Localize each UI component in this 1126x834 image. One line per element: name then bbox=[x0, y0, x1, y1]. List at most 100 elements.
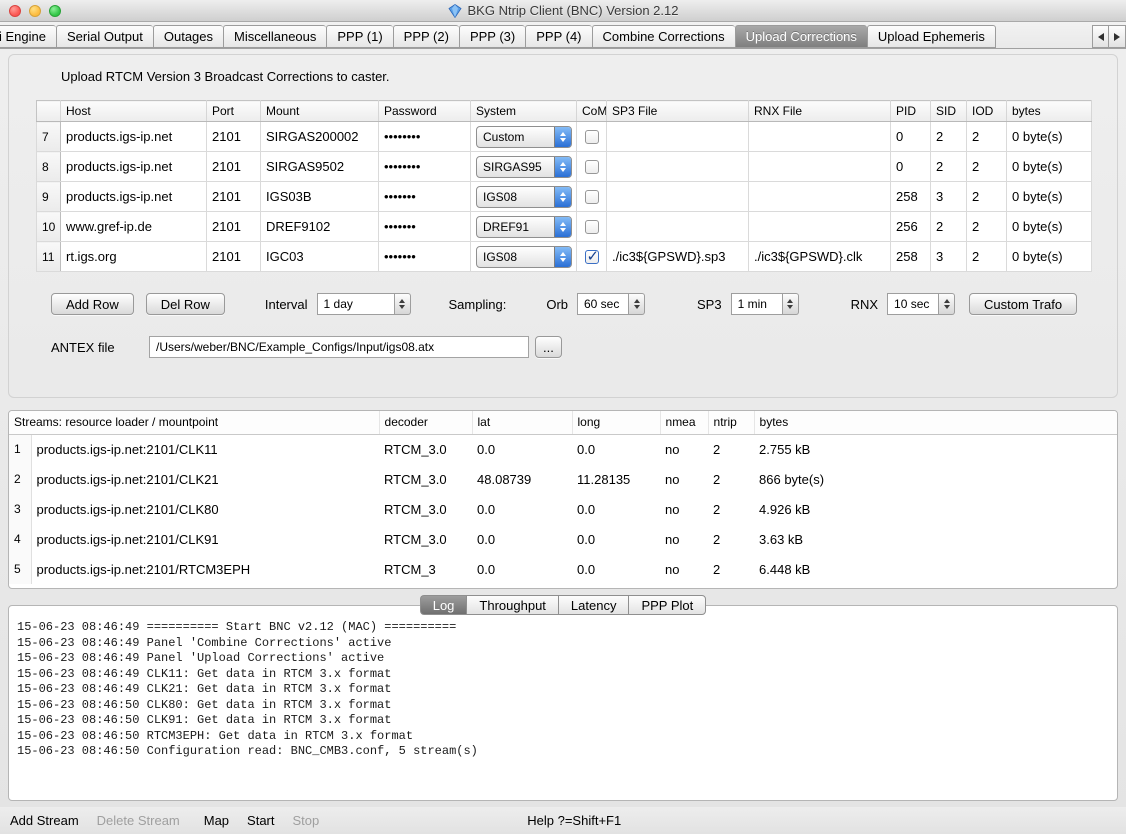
tab-combine-corrections[interactable]: Combine Corrections bbox=[592, 25, 735, 48]
cell-iod[interactable]: 2 bbox=[967, 182, 1007, 212]
com-checkbox[interactable] bbox=[585, 190, 599, 204]
cell-iod[interactable]: 2 bbox=[967, 242, 1007, 272]
cell-password[interactable]: ••••••• bbox=[379, 212, 471, 242]
start-action[interactable]: Start bbox=[247, 813, 274, 828]
minimize-button[interactable] bbox=[29, 5, 41, 17]
cell-host[interactable]: products.igs-ip.net bbox=[61, 182, 207, 212]
sp3-spinner[interactable]: 1 min bbox=[731, 293, 799, 315]
rnx-spinner[interactable]: 10 sec bbox=[887, 293, 955, 315]
system-combobox[interactable]: SIRGAS95 bbox=[476, 156, 572, 178]
cell-host[interactable]: products.igs-ip.net bbox=[61, 122, 207, 152]
cell-host[interactable]: products.igs-ip.net bbox=[61, 152, 207, 182]
cell-password[interactable]: ••••••• bbox=[379, 242, 471, 272]
cell-pid[interactable]: 258 bbox=[891, 182, 931, 212]
tab-i-engine[interactable]: i Engine bbox=[0, 25, 56, 48]
add-row-button[interactable]: Add Row bbox=[51, 293, 134, 315]
antex-file-input[interactable] bbox=[149, 336, 529, 358]
cell-rnx-file[interactable]: ./ic3${GPSWD}.clk bbox=[749, 242, 891, 272]
tab-upload-ephemeris[interactable]: Upload Ephemeris bbox=[867, 25, 996, 48]
zoom-button[interactable] bbox=[49, 5, 61, 17]
cell-sid[interactable]: 2 bbox=[931, 122, 967, 152]
cell-port[interactable]: 2101 bbox=[207, 182, 261, 212]
custom-trafo-button[interactable]: Custom Trafo bbox=[969, 293, 1077, 315]
tab-outages[interactable]: Outages bbox=[153, 25, 223, 48]
stream-row[interactable]: 3 products.igs-ip.net:2101/CLK80 RTCM_3.… bbox=[9, 494, 1117, 524]
cell-port[interactable]: 2101 bbox=[207, 122, 261, 152]
cell-mount[interactable]: DREF9102 bbox=[261, 212, 379, 242]
cell-pid[interactable]: 256 bbox=[891, 212, 931, 242]
close-button[interactable] bbox=[9, 5, 21, 17]
tab-ppp-2[interactable]: PPP (2) bbox=[393, 25, 459, 48]
cell-pid[interactable]: 0 bbox=[891, 152, 931, 182]
interval-dropdown[interactable]: 1 day bbox=[317, 293, 411, 315]
cell-host[interactable]: rt.igs.org bbox=[61, 242, 207, 272]
orb-spinner[interactable]: 60 sec bbox=[577, 293, 645, 315]
cell-host[interactable]: www.gref-ip.de bbox=[61, 212, 207, 242]
cell-iod[interactable]: 2 bbox=[967, 152, 1007, 182]
cell-sp3-file[interactable] bbox=[607, 152, 749, 182]
stream-row[interactable]: 5 products.igs-ip.net:2101/RTCM3EPH RTCM… bbox=[9, 554, 1117, 584]
tab-serial-output[interactable]: Serial Output bbox=[56, 25, 153, 48]
com-checkbox[interactable] bbox=[585, 130, 599, 144]
cell-rnx-file[interactable] bbox=[749, 122, 891, 152]
cell-pid[interactable]: 0 bbox=[891, 122, 931, 152]
cell-password[interactable]: ••••••• bbox=[379, 182, 471, 212]
cell-sid[interactable]: 3 bbox=[931, 242, 967, 272]
cell-sid[interactable]: 2 bbox=[931, 212, 967, 242]
com-checkbox[interactable] bbox=[585, 220, 599, 234]
cell-sp3-file[interactable] bbox=[607, 122, 749, 152]
cell-password[interactable]: •••••••• bbox=[379, 122, 471, 152]
tab-ppp-plot[interactable]: PPP Plot bbox=[628, 595, 706, 615]
system-combobox[interactable]: IGS08 bbox=[476, 186, 572, 208]
cell-iod[interactable]: 2 bbox=[967, 212, 1007, 242]
del-row-button[interactable]: Del Row bbox=[146, 293, 225, 315]
tab-ppp-4[interactable]: PPP (4) bbox=[525, 25, 591, 48]
tab-latency[interactable]: Latency bbox=[558, 595, 629, 615]
cell-sid[interactable]: 2 bbox=[931, 152, 967, 182]
cell-iod[interactable]: 2 bbox=[967, 122, 1007, 152]
tab-scroll-left-button[interactable] bbox=[1092, 25, 1109, 48]
antex-browse-button[interactable]: ... bbox=[535, 336, 562, 358]
cell-sp3-file[interactable] bbox=[607, 212, 749, 242]
tab-ppp-1[interactable]: PPP (1) bbox=[326, 25, 392, 48]
system-combobox[interactable]: IGS08 bbox=[476, 246, 572, 268]
tab-upload-corrections[interactable]: Upload Corrections bbox=[735, 25, 867, 48]
tab-log[interactable]: Log bbox=[420, 595, 467, 615]
tab-scrollers bbox=[1092, 25, 1126, 48]
system-combobox[interactable]: Custom bbox=[476, 126, 572, 148]
cell-mount[interactable]: SIRGAS200002 bbox=[261, 122, 379, 152]
system-combobox[interactable]: DREF91 bbox=[476, 216, 572, 238]
cell-sp3-file[interactable] bbox=[607, 182, 749, 212]
cell-bytes: 0 byte(s) bbox=[1007, 182, 1092, 212]
cell-mount[interactable]: IGS03B bbox=[261, 182, 379, 212]
cell-rnx-file[interactable] bbox=[749, 182, 891, 212]
stream-row[interactable]: 1 products.igs-ip.net:2101/CLK11 RTCM_3.… bbox=[9, 434, 1117, 464]
cell-password[interactable]: •••••••• bbox=[379, 152, 471, 182]
cell-sp3-file[interactable]: ./ic3${GPSWD}.sp3 bbox=[607, 242, 749, 272]
com-checkbox[interactable] bbox=[585, 250, 599, 264]
cell-mount[interactable]: SIRGAS9502 bbox=[261, 152, 379, 182]
cell-rnx-file[interactable] bbox=[749, 152, 891, 182]
map-action[interactable]: Map bbox=[204, 813, 229, 828]
log-output[interactable]: 15-06-23 08:46:49 ========== Start BNC v… bbox=[8, 605, 1118, 801]
cell-rnx-file[interactable] bbox=[749, 212, 891, 242]
com-checkbox[interactable] bbox=[585, 160, 599, 174]
log-line: 15-06-23 08:46:49 CLK21: Get data in RTC… bbox=[17, 682, 1109, 698]
tab-miscellaneous[interactable]: Miscellaneous bbox=[223, 25, 326, 48]
cell-mount[interactable]: IGC03 bbox=[261, 242, 379, 272]
add-stream-action[interactable]: Add Stream bbox=[10, 813, 79, 828]
cell-sid[interactable]: 3 bbox=[931, 182, 967, 212]
header-nmea: nmea bbox=[660, 411, 708, 434]
cell-port[interactable]: 2101 bbox=[207, 212, 261, 242]
tab-ppp-3[interactable]: PPP (3) bbox=[459, 25, 525, 48]
cell-port[interactable]: 2101 bbox=[207, 242, 261, 272]
log-line: 15-06-23 08:46:50 CLK91: Get data in RTC… bbox=[17, 713, 1109, 729]
stream-row[interactable]: 2 products.igs-ip.net:2101/CLK21 RTCM_3.… bbox=[9, 464, 1117, 494]
cell-pid[interactable]: 258 bbox=[891, 242, 931, 272]
cell-port[interactable]: 2101 bbox=[207, 152, 261, 182]
antex-row: ANTEX file ... bbox=[51, 336, 1117, 358]
tab-throughput[interactable]: Throughput bbox=[466, 595, 558, 615]
tab-scroll-right-button[interactable] bbox=[1109, 25, 1126, 48]
header-sp3-file: SP3 File bbox=[607, 101, 749, 122]
stream-row[interactable]: 4 products.igs-ip.net:2101/CLK91 RTCM_3.… bbox=[9, 524, 1117, 554]
